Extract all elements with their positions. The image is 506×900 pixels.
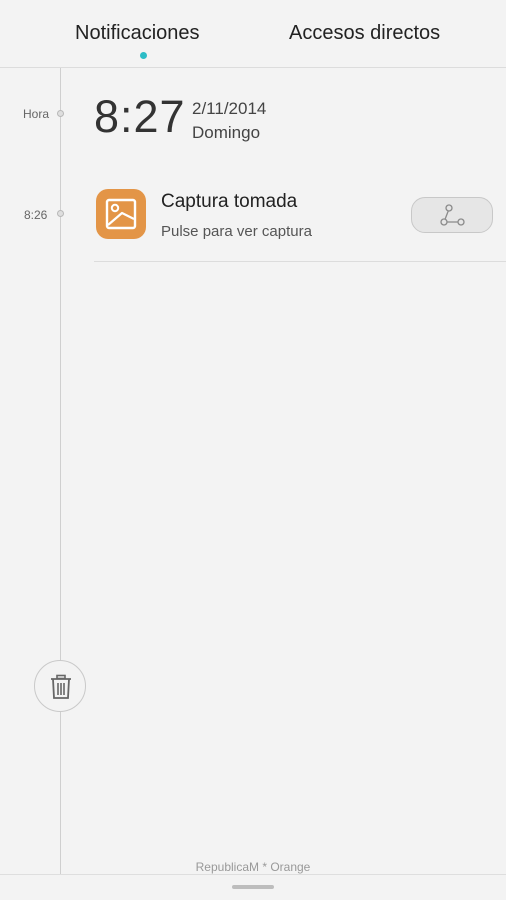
clock-date: 2/11/2014	[192, 99, 267, 118]
bottom-divider	[0, 874, 506, 875]
share-button[interactable]	[411, 197, 493, 233]
timeline-dot	[57, 110, 64, 117]
notification-subtitle: Pulse para ver captura	[161, 223, 312, 240]
tab-accesos-directos[interactable]: Accesos directos	[289, 22, 440, 45]
trash-icon	[51, 674, 71, 699]
screenshot-notification[interactable]: Captura tomada Pulse para ver captura	[94, 180, 506, 262]
tab-notificaciones[interactable]: Notificaciones	[75, 22, 200, 45]
tab-bar: Notificaciones Accesos directos	[0, 0, 506, 68]
active-tab-indicator	[140, 52, 147, 59]
timeline-dot	[57, 210, 64, 217]
gallery-image-icon	[96, 189, 146, 239]
timeline-line	[60, 68, 61, 874]
clock-day: Domingo	[192, 123, 261, 142]
timeline-header-label: Hora	[23, 107, 50, 121]
panel-drag-handle[interactable]	[232, 885, 274, 889]
share-icon	[440, 204, 465, 226]
clock-time: 8:27	[94, 91, 186, 142]
carrier-label: RepublicaM * Orange	[195, 860, 311, 874]
clear-notifications-button[interactable]	[34, 660, 86, 712]
notification-time-label: 8:26	[24, 208, 48, 222]
notification-title: Captura tomada	[161, 191, 298, 212]
